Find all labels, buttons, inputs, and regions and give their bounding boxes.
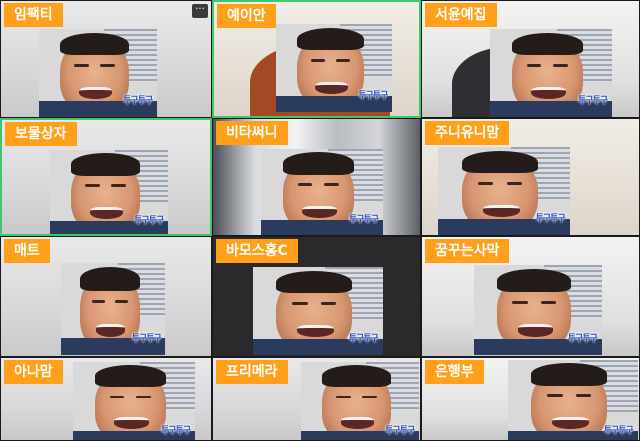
face-video: 투구투구 (73, 362, 195, 440)
video-caption: 투구투구 (385, 425, 415, 436)
participant-name: 프리메라 (216, 360, 288, 384)
video-caption: 투구투구 (603, 425, 634, 436)
video-tile-8[interactable]: 투구투구 바모스홍C (212, 236, 421, 357)
video-caption: 투구투구 (349, 214, 379, 225)
video-grid: 투구투구 임팩티 ··· 투구투구 예이안 투구투구 서윤예집 투구투구 보물상… (0, 0, 640, 441)
video-caption: 투구투구 (161, 425, 191, 436)
participant-name: 꿈꾸는사막 (425, 239, 510, 263)
participant-name: 주니유니맘 (425, 121, 510, 145)
participant-name: 아나맘 (4, 360, 63, 384)
video-tile-5[interactable]: 투구투구 비타써니 (212, 118, 421, 236)
video-tile-4[interactable]: 투구투구 보물상자 (0, 118, 212, 236)
face-video: 투구투구 (253, 267, 383, 355)
participant-name: 은행부 (425, 360, 484, 384)
face-video: 투구투구 (61, 263, 165, 355)
face-video: 투구투구 (276, 24, 392, 112)
participant-name: 비타써니 (216, 121, 288, 145)
participant-name: 서윤예집 (425, 3, 497, 27)
face-video: 투구투구 (301, 362, 419, 440)
video-tile-3[interactable]: 투구투구 서윤예집 (421, 0, 640, 118)
face-video: 투구투구 (508, 360, 638, 440)
video-tile-10[interactable]: 투구투구 아나맘 (0, 357, 212, 441)
face-video: 투구투구 (474, 265, 602, 355)
video-tile-9[interactable]: 투구투구 꿈꾸는사막 (421, 236, 640, 357)
video-tile-12[interactable]: 투구투구 은행부 (421, 357, 640, 441)
more-options-button[interactable]: ··· (192, 4, 208, 18)
video-caption: 투구투구 (131, 333, 162, 344)
face-video: 투구투구 (438, 147, 570, 235)
participant-name: 보물상자 (5, 122, 77, 146)
video-tile-7[interactable]: 투구투구 매트 (0, 236, 212, 357)
video-tile-1[interactable]: 투구투구 임팩티 ··· (0, 0, 212, 118)
face-video: 투구투구 (490, 29, 612, 117)
video-caption: 투구투구 (123, 96, 153, 107)
participant-name: 바모스홍C (216, 239, 298, 263)
video-tile-2[interactable]: 투구투구 예이안 (212, 0, 421, 118)
face-video: 투구투구 (261, 149, 383, 235)
video-tile-6[interactable]: 투구투구 주니유니맘 (421, 118, 640, 236)
video-caption: 투구투구 (535, 214, 566, 225)
video-caption: 투구투구 (358, 91, 388, 102)
participant-name: 예이안 (217, 4, 276, 28)
face-video: 투구투구 (50, 150, 168, 234)
video-caption: 투구투구 (134, 215, 164, 226)
video-caption: 투구투구 (578, 96, 608, 107)
participant-name: 매트 (4, 239, 50, 263)
video-caption: 투구투구 (348, 334, 379, 345)
video-caption: 투구투구 (567, 334, 598, 345)
video-tile-11[interactable]: 투구투구 프리메라 (212, 357, 421, 441)
face-video: 투구투구 (39, 29, 157, 117)
participant-name: 임팩티 (4, 3, 63, 27)
